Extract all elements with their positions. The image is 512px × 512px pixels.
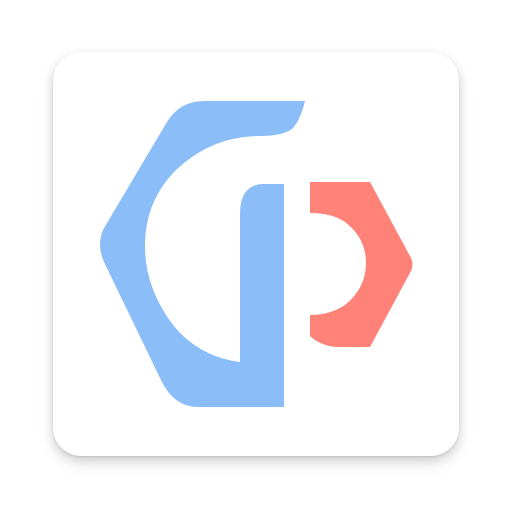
- app-logo-icon: [100, 101, 413, 407]
- logo-coral-arc-shape: [310, 182, 413, 347]
- app-icon-stage: [0, 0, 512, 512]
- logo-blue-g-shape: [100, 101, 305, 407]
